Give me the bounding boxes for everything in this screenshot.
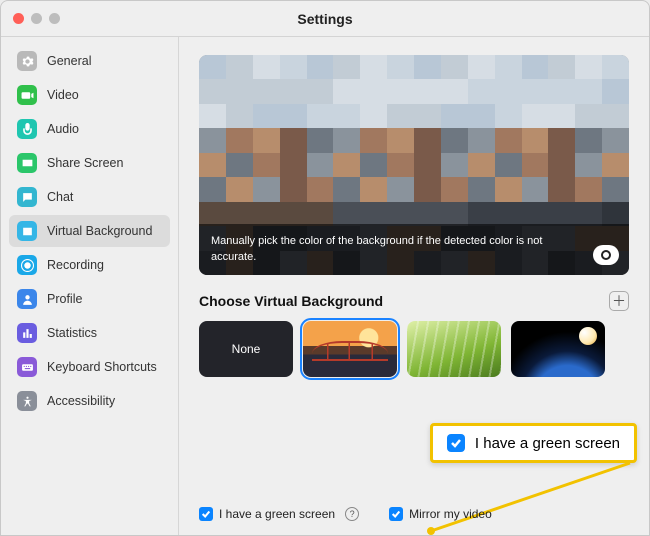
sidebar-item-label: Statistics	[47, 326, 97, 340]
plus-icon: ＋	[612, 294, 626, 308]
checkbox-checked-icon	[199, 507, 213, 521]
record-icon	[17, 255, 37, 275]
sidebar-item-accessibility[interactable]: Accessibility	[9, 385, 170, 417]
mirror-video-checkbox[interactable]: Mirror my video	[389, 507, 492, 521]
sidebar-item-label: Video	[47, 88, 79, 102]
video-preview: Manually pick the color of the backgroun…	[199, 55, 629, 275]
vb-icon	[17, 221, 37, 241]
settings-window: Settings General Video Audio Share Screen Ch…	[0, 0, 650, 536]
thumb-none-label: None	[232, 342, 261, 356]
background-thumb-bridge[interactable]	[303, 321, 397, 377]
sidebar-item-label: Accessibility	[47, 394, 115, 408]
access-icon	[17, 391, 37, 411]
preview-hint: Manually pick the color of the backgroun…	[199, 224, 629, 275]
sidebar-item-label: Chat	[47, 190, 73, 204]
background-thumb-none[interactable]: None	[199, 321, 293, 377]
mirror-video-label: Mirror my video	[409, 507, 492, 521]
sidebar-item-label: Share Screen	[47, 156, 123, 170]
green-screen-label: I have a green screen	[219, 507, 335, 521]
sidebar: General Video Audio Share Screen Chat Virtual…	[1, 37, 179, 535]
keyboard-icon	[17, 357, 37, 377]
main-panel: Manually pick the color of the backgroun…	[179, 37, 649, 535]
options-row: I have a green screen ? Mirror my video	[199, 507, 629, 521]
sidebar-item-general[interactable]: General	[9, 45, 170, 77]
share-icon	[17, 153, 37, 173]
checkbox-checked-icon	[389, 507, 403, 521]
add-background-button[interactable]: ＋	[609, 291, 629, 311]
close-window-button[interactable]	[13, 13, 24, 24]
minimize-window-button[interactable]	[31, 13, 42, 24]
color-picker-button[interactable]	[593, 245, 619, 265]
sidebar-item-label: Profile	[47, 292, 82, 306]
sidebar-item-virtual-background[interactable]: Virtual Background	[9, 215, 170, 247]
callout-green-screen: I have a green screen	[430, 423, 637, 463]
sidebar-item-statistics[interactable]: Statistics	[9, 317, 170, 349]
profile-icon	[17, 289, 37, 309]
titlebar: Settings	[1, 1, 649, 37]
sidebar-item-recording[interactable]: Recording	[9, 249, 170, 281]
sidebar-item-label: Recording	[47, 258, 104, 272]
sidebar-item-label: Virtual Background	[47, 224, 152, 238]
callout-pointer-line	[425, 459, 635, 535]
sidebar-item-label: General	[47, 54, 91, 68]
sidebar-item-profile[interactable]: Profile	[9, 283, 170, 315]
stats-icon	[17, 323, 37, 343]
callout-label: I have a green screen	[475, 435, 620, 452]
video-icon	[17, 85, 37, 105]
window-title: Settings	[1, 11, 649, 27]
sidebar-item-share-screen[interactable]: Share Screen	[9, 147, 170, 179]
help-icon[interactable]: ?	[345, 507, 359, 521]
eyedropper-icon	[601, 250, 611, 260]
sidebar-item-keyboard-shortcuts[interactable]: Keyboard Shortcuts	[9, 351, 170, 383]
background-thumb-earth[interactable]	[511, 321, 605, 377]
green-screen-checkbox[interactable]: I have a green screen ?	[199, 507, 359, 521]
sidebar-item-chat[interactable]: Chat	[9, 181, 170, 213]
callout-checkbox	[447, 434, 465, 452]
chat-icon	[17, 187, 37, 207]
choose-background-title: Choose Virtual Background	[199, 293, 383, 309]
sidebar-item-label: Audio	[47, 122, 79, 136]
audio-icon	[17, 119, 37, 139]
sidebar-item-audio[interactable]: Audio	[9, 113, 170, 145]
sidebar-item-label: Keyboard Shortcuts	[47, 360, 157, 374]
background-thumbnails: None	[199, 321, 629, 377]
background-thumb-grass[interactable]	[407, 321, 501, 377]
gear-icon	[17, 51, 37, 71]
sidebar-item-video[interactable]: Video	[9, 79, 170, 111]
window-controls	[13, 13, 60, 24]
zoom-window-button[interactable]	[49, 13, 60, 24]
